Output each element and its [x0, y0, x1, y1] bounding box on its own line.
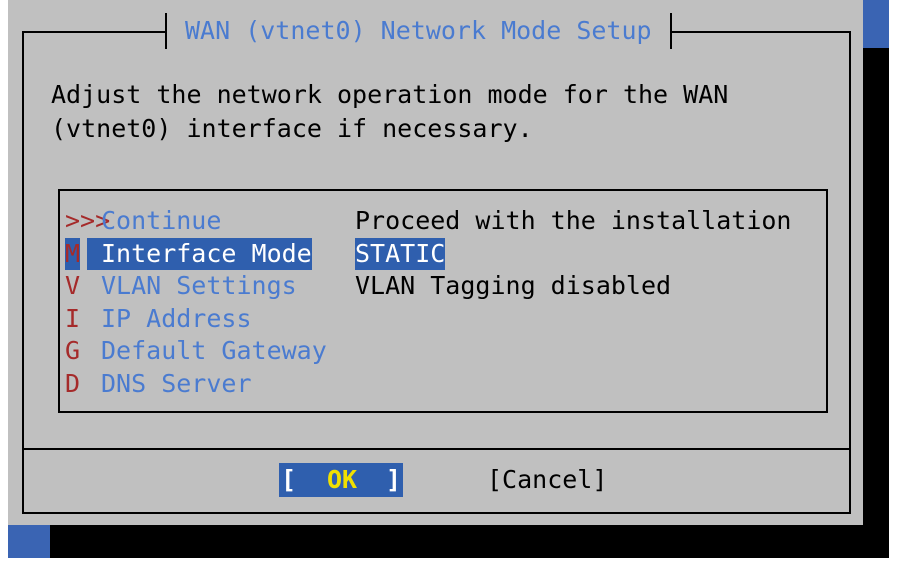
- menu-item-hotkey: G: [65, 336, 81, 365]
- dialog-title-bar: WAN (vtnet0) Network Mode Setup: [165, 13, 672, 49]
- menu-item-label: VLAN Settings: [101, 271, 297, 300]
- dialog-title: WAN (vtnet0) Network Mode Setup: [185, 16, 652, 45]
- ok-button[interactable]: [ OK ]: [279, 463, 403, 497]
- menu-item-label: IP Address: [101, 303, 252, 333]
- menu-item-default-gateway[interactable]: G Default Gateway: [65, 335, 825, 368]
- menu-item-description: Proceed with the installation: [355, 206, 792, 235]
- menu-list: >>> Continue Proceed with the installati…: [65, 205, 825, 400]
- menu-item-vlan-settings[interactable]: V VLAN Settings VLAN Tagging disabled: [65, 270, 825, 303]
- network-mode-dialog: WAN (vtnet0) Network Mode Setup Adjust t…: [8, 0, 863, 525]
- menu-item-dns-server[interactable]: D DNS Server: [65, 368, 825, 401]
- button-separator: [24, 448, 849, 450]
- description-line-2: (vtnet0) interface if necessary.: [51, 114, 533, 143]
- menu-item-description: STATIC: [355, 237, 446, 270]
- menu-item-hotkey: V: [65, 271, 81, 300]
- menu-item-label: DNS Server: [101, 368, 252, 398]
- description-line-1: Adjust the network operation mode for th…: [51, 80, 729, 109]
- menu-item-label: Continue: [101, 206, 222, 235]
- menu-item-label: Interface Mode: [87, 237, 312, 270]
- cancel-button[interactable]: [Cancel]: [487, 463, 607, 497]
- menu-item-hotkey: M: [65, 237, 81, 270]
- menu-item-description: VLAN Tagging disabled: [355, 271, 672, 300]
- menu-item-hotkey: I: [65, 303, 81, 333]
- menu-item-ip-address[interactable]: I IP Address: [65, 303, 825, 336]
- menu-item-continue[interactable]: >>> Continue Proceed with the installati…: [65, 205, 825, 238]
- terminal-screen: WAN (vtnet0) Network Mode Setup Adjust t…: [8, 0, 889, 558]
- ok-button-label: OK: [327, 465, 358, 494]
- menu-item-interface-mode[interactable]: M Interface Mode STATIC: [65, 237, 825, 270]
- ok-button-right-bracket: ]: [385, 465, 401, 494]
- menu-item-label: Default Gateway: [101, 336, 327, 365]
- dialog-description: Adjust the network operation mode for th…: [51, 78, 728, 146]
- menu-item-hotkey: D: [65, 368, 81, 398]
- ok-button-left-bracket: [: [281, 465, 297, 494]
